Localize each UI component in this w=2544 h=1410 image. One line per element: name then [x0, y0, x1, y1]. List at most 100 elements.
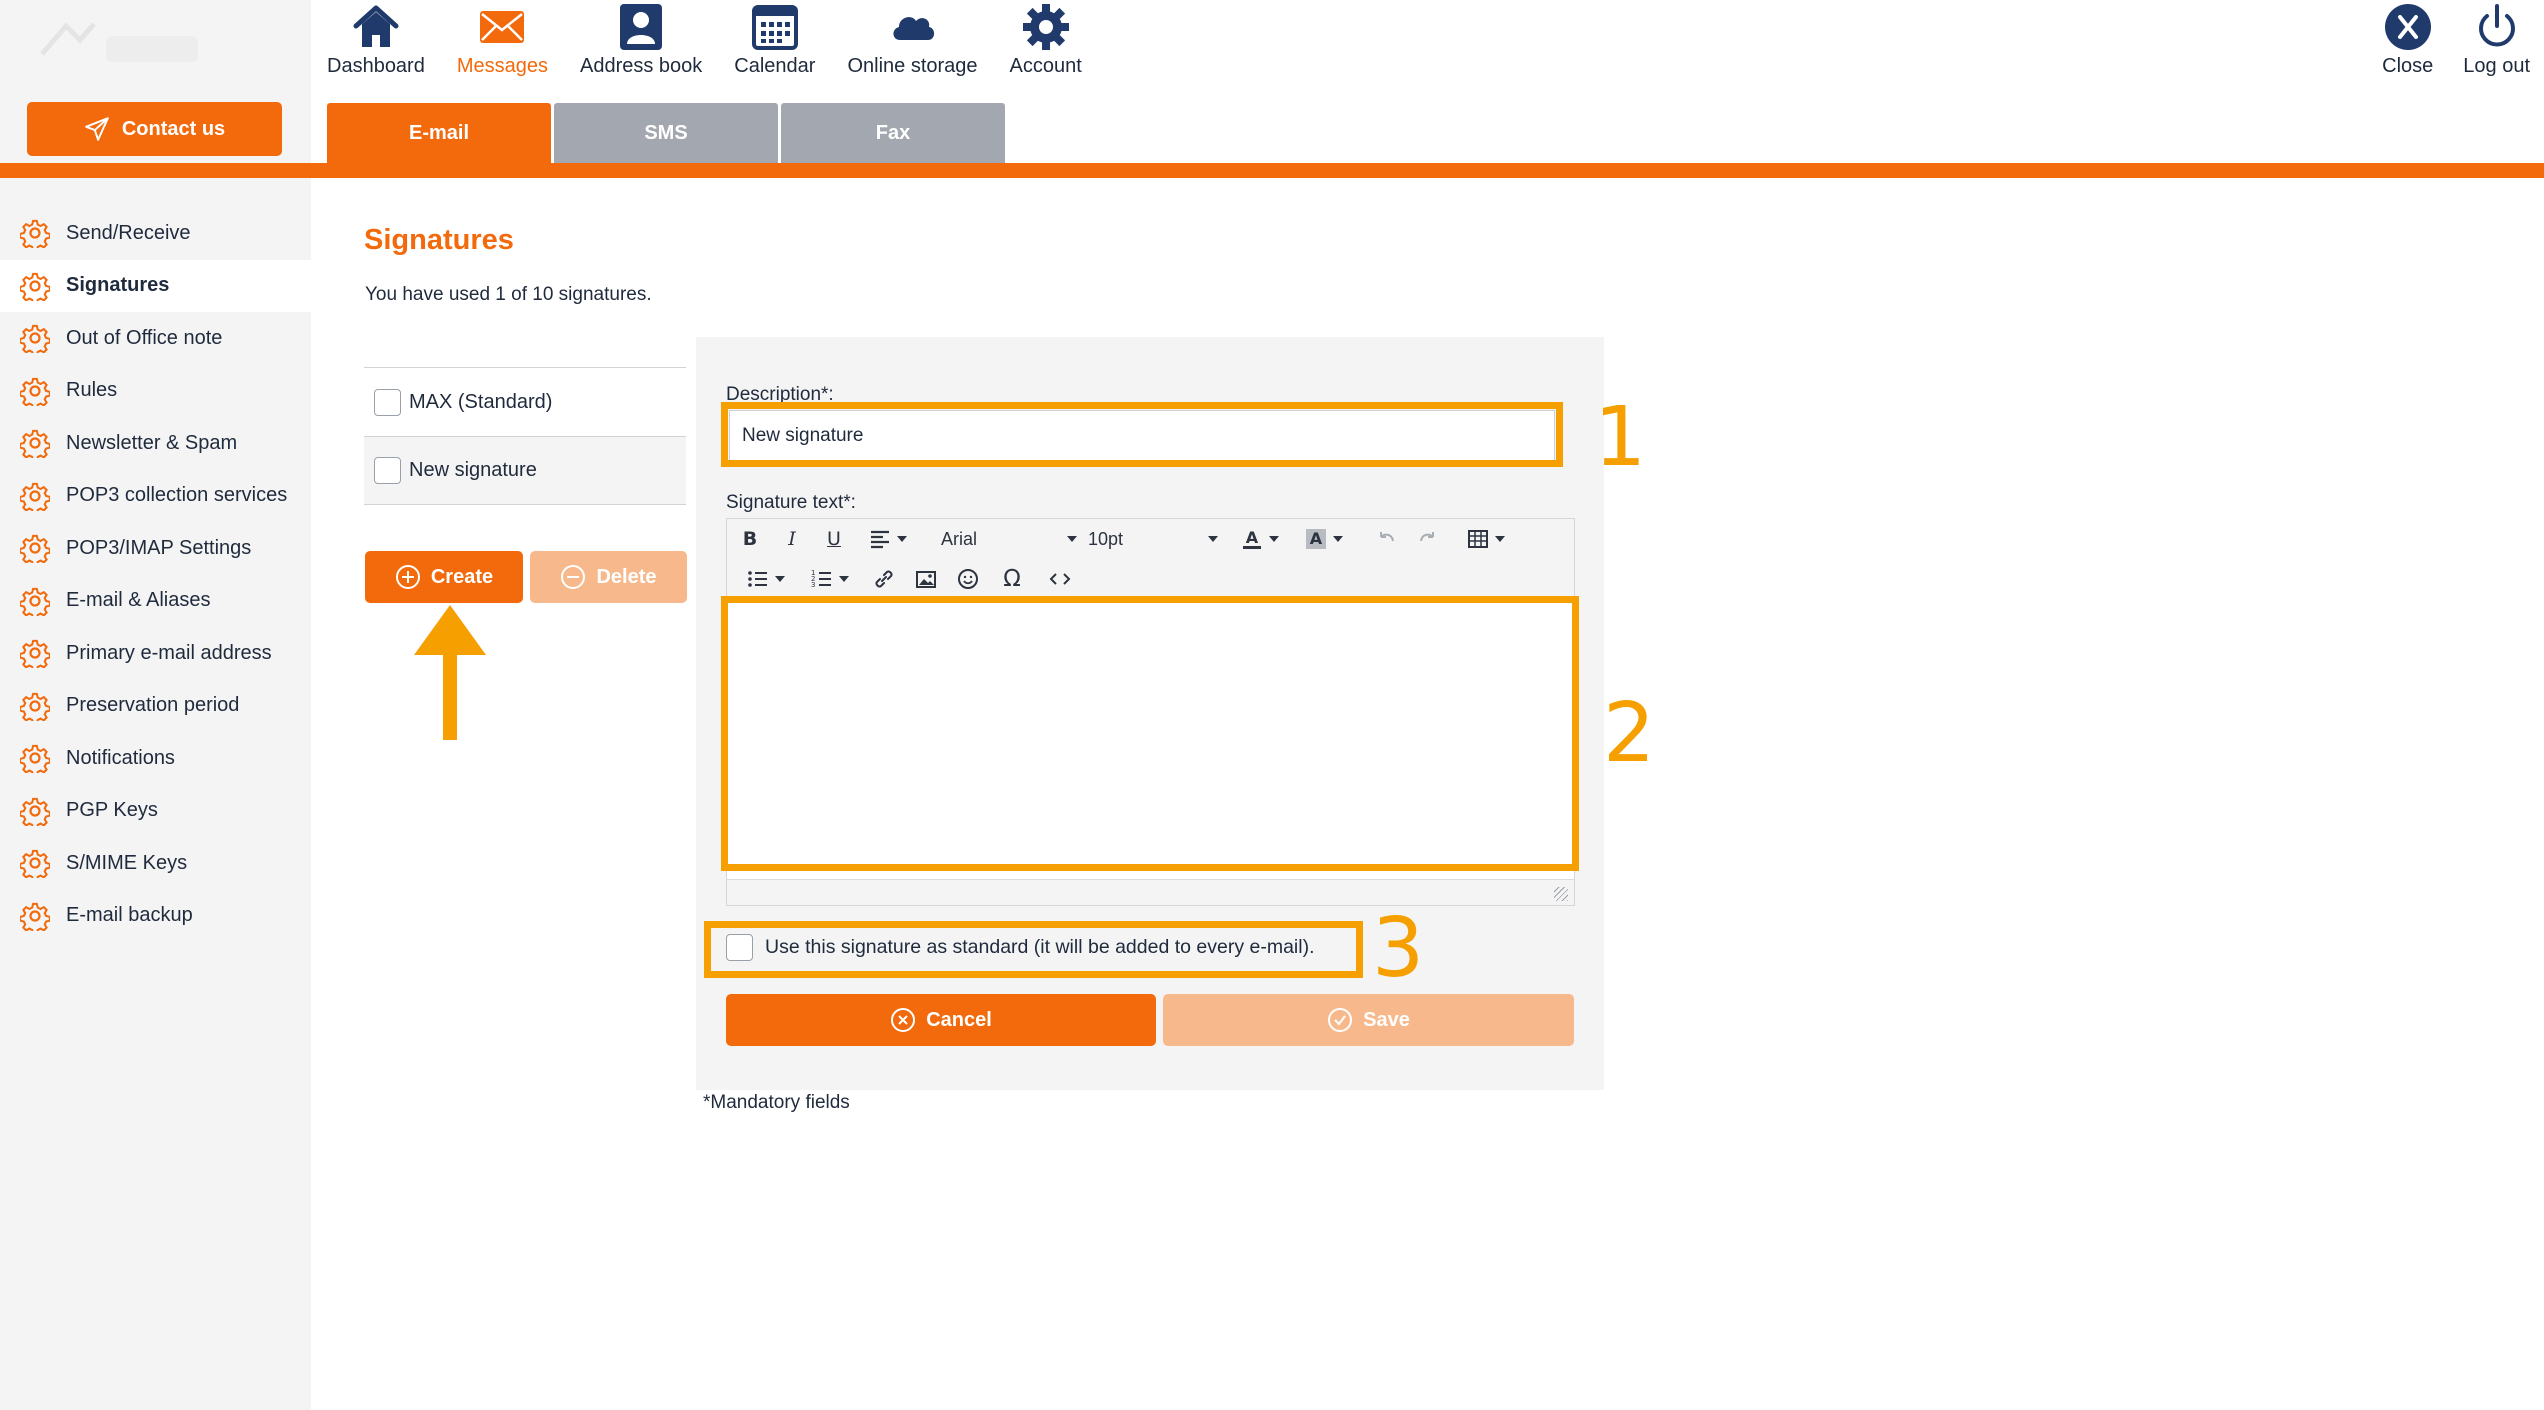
sidebar-item-smime-keys[interactable]: S/MIME Keys — [0, 837, 311, 890]
link-icon[interactable] — [869, 564, 899, 594]
sidebar-item-signatures[interactable]: Signatures — [0, 259, 311, 312]
sidebar-item-label: Out of Office note — [66, 326, 223, 349]
sidebar-item-primary-email[interactable]: Primary e-mail address — [0, 627, 311, 680]
nav-dashboard-label: Dashboard — [327, 55, 425, 77]
sidebar-item-preservation-period[interactable]: Preservation period — [0, 680, 311, 733]
gear-icon — [20, 745, 50, 774]
sidebar-item-pop3-imap[interactable]: POP3/IMAP Settings — [0, 522, 311, 575]
signature-usage-text: You have used 1 of 10 signatures. — [365, 284, 652, 305]
table-icon — [1468, 530, 1488, 548]
nav-calendar[interactable]: Calendar — [734, 0, 815, 90]
italic-icon[interactable]: I — [777, 524, 807, 554]
description-label: Description*: — [726, 384, 834, 405]
special-character-icon[interactable]: Ω — [997, 564, 1027, 594]
svg-text:A: A — [1310, 529, 1323, 548]
gear-icon — [20, 220, 50, 249]
nav-account[interactable]: Account — [1010, 0, 1082, 90]
background-color-dropdown[interactable]: A — [1299, 524, 1349, 554]
bullet-list-icon — [748, 571, 767, 587]
envelope-icon — [480, 11, 525, 43]
bold-icon[interactable]: B — [735, 524, 765, 554]
underline-icon[interactable]: U — [819, 524, 849, 554]
list-item[interactable]: New signature — [364, 436, 686, 505]
nav-online-storage[interactable]: Online storage — [847, 0, 978, 90]
description-field[interactable] — [729, 410, 1555, 462]
resize-grip-icon[interactable] — [1554, 887, 1568, 901]
calendar-icon — [751, 5, 798, 50]
gear-icon — [20, 325, 50, 354]
text-color-icon: A — [1243, 528, 1261, 549]
undo-icon[interactable] — [1371, 524, 1401, 554]
nav-messages[interactable]: Messages — [457, 0, 548, 90]
nav-address-book[interactable]: Address book — [580, 0, 702, 90]
sidebar-item-email-aliases[interactable]: E-mail & Aliases — [0, 575, 311, 628]
page-title: Signatures — [364, 224, 514, 256]
emoji-icon[interactable] — [953, 564, 983, 594]
sidebar-item-pop3-collection[interactable]: POP3 collection services — [0, 470, 311, 523]
create-label: Create — [430, 565, 494, 588]
annotation-arrow-up-icon — [414, 605, 486, 740]
delete-label: Delete — [596, 565, 657, 588]
smiley-icon — [958, 569, 978, 589]
signature-text-area[interactable] — [727, 601, 1574, 881]
signature-name: New signature — [409, 459, 537, 481]
signature-checkbox[interactable] — [374, 388, 401, 416]
save-button[interactable]: Save — [1163, 994, 1574, 1046]
tab-fax[interactable]: Fax — [781, 103, 1005, 163]
svg-text:3: 3 — [811, 581, 815, 589]
bullet-list-dropdown[interactable] — [741, 564, 791, 594]
brand-logo — [40, 22, 198, 62]
font-family-value: Arial — [941, 528, 978, 549]
source-code-icon[interactable] — [1045, 564, 1075, 594]
gear-icon — [20, 535, 50, 564]
minus-circle-icon — [561, 565, 586, 589]
redo-arrow-icon — [1420, 532, 1434, 542]
cancel-button[interactable]: Cancel — [726, 994, 1156, 1046]
picture-icon — [916, 571, 936, 588]
sidebar-item-out-of-office[interactable]: Out of Office note — [0, 312, 311, 365]
font-size-select[interactable]: 10pt — [1088, 524, 1218, 554]
code-brackets-icon — [1049, 573, 1071, 585]
sidebar-item-pgp-keys[interactable]: PGP Keys — [0, 785, 311, 838]
gear-icon — [20, 850, 50, 879]
contact-card-icon — [620, 4, 663, 50]
table-dropdown[interactable] — [1461, 524, 1511, 554]
standard-signature-checkbox[interactable] — [726, 934, 753, 961]
create-button[interactable]: Create — [365, 551, 523, 603]
cloud-icon — [892, 17, 934, 40]
standard-signature-option[interactable]: Use this signature as standard (it will … — [726, 934, 1315, 961]
sidebar-item-label: PGP Keys — [66, 799, 158, 822]
list-item[interactable]: MAX (Standard) — [364, 367, 686, 436]
nav-dashboard[interactable]: Dashboard — [327, 0, 425, 90]
sidebar-item-send-receive[interactable]: Send/Receive — [0, 207, 311, 260]
numbered-list-dropdown[interactable]: 123 — [805, 564, 855, 594]
sidebar-item-rules[interactable]: Rules — [0, 365, 311, 418]
delete-button[interactable]: Delete — [530, 551, 687, 603]
text-color-dropdown[interactable]: A — [1235, 524, 1285, 554]
contact-us-button[interactable]: Contact us — [27, 102, 282, 156]
gear-icon — [20, 430, 50, 459]
nav-calendar-label: Calendar — [734, 55, 816, 77]
redo-icon[interactable] — [1413, 524, 1443, 554]
font-family-select[interactable]: Arial — [941, 524, 1077, 554]
sidebar-item-email-backup[interactable]: E-mail backup — [0, 890, 311, 943]
sidebar-item-newsletter-spam[interactable]: Newsletter & Spam — [0, 417, 311, 470]
tab-sms[interactable]: SMS — [554, 103, 778, 163]
gear-icon — [20, 902, 50, 931]
save-label: Save — [1363, 1008, 1410, 1031]
sidebar-item-label: POP3 collection services — [66, 484, 288, 507]
nav-close[interactable]: Close — [2382, 0, 2433, 78]
image-icon[interactable] — [911, 564, 941, 594]
nav-log-out-label: Log out — [2463, 55, 2530, 77]
sidebar-item-label: S/MIME Keys — [66, 851, 188, 874]
sidebar-item-notifications[interactable]: Notifications — [0, 732, 311, 785]
nav-log-out[interactable]: Log out — [2463, 0, 2530, 78]
signature-checkbox[interactable] — [374, 457, 401, 484]
editor-toolbar: B I U Arial 10pt A A 123 Ω — [727, 519, 1574, 601]
font-size-value: 10pt — [1088, 528, 1124, 549]
tab-email[interactable]: E-mail — [327, 103, 551, 163]
check-circle-icon — [1328, 1008, 1353, 1032]
gear-icon — [20, 482, 50, 511]
align-dropdown[interactable] — [863, 524, 913, 554]
editor-statusbar — [727, 879, 1574, 905]
